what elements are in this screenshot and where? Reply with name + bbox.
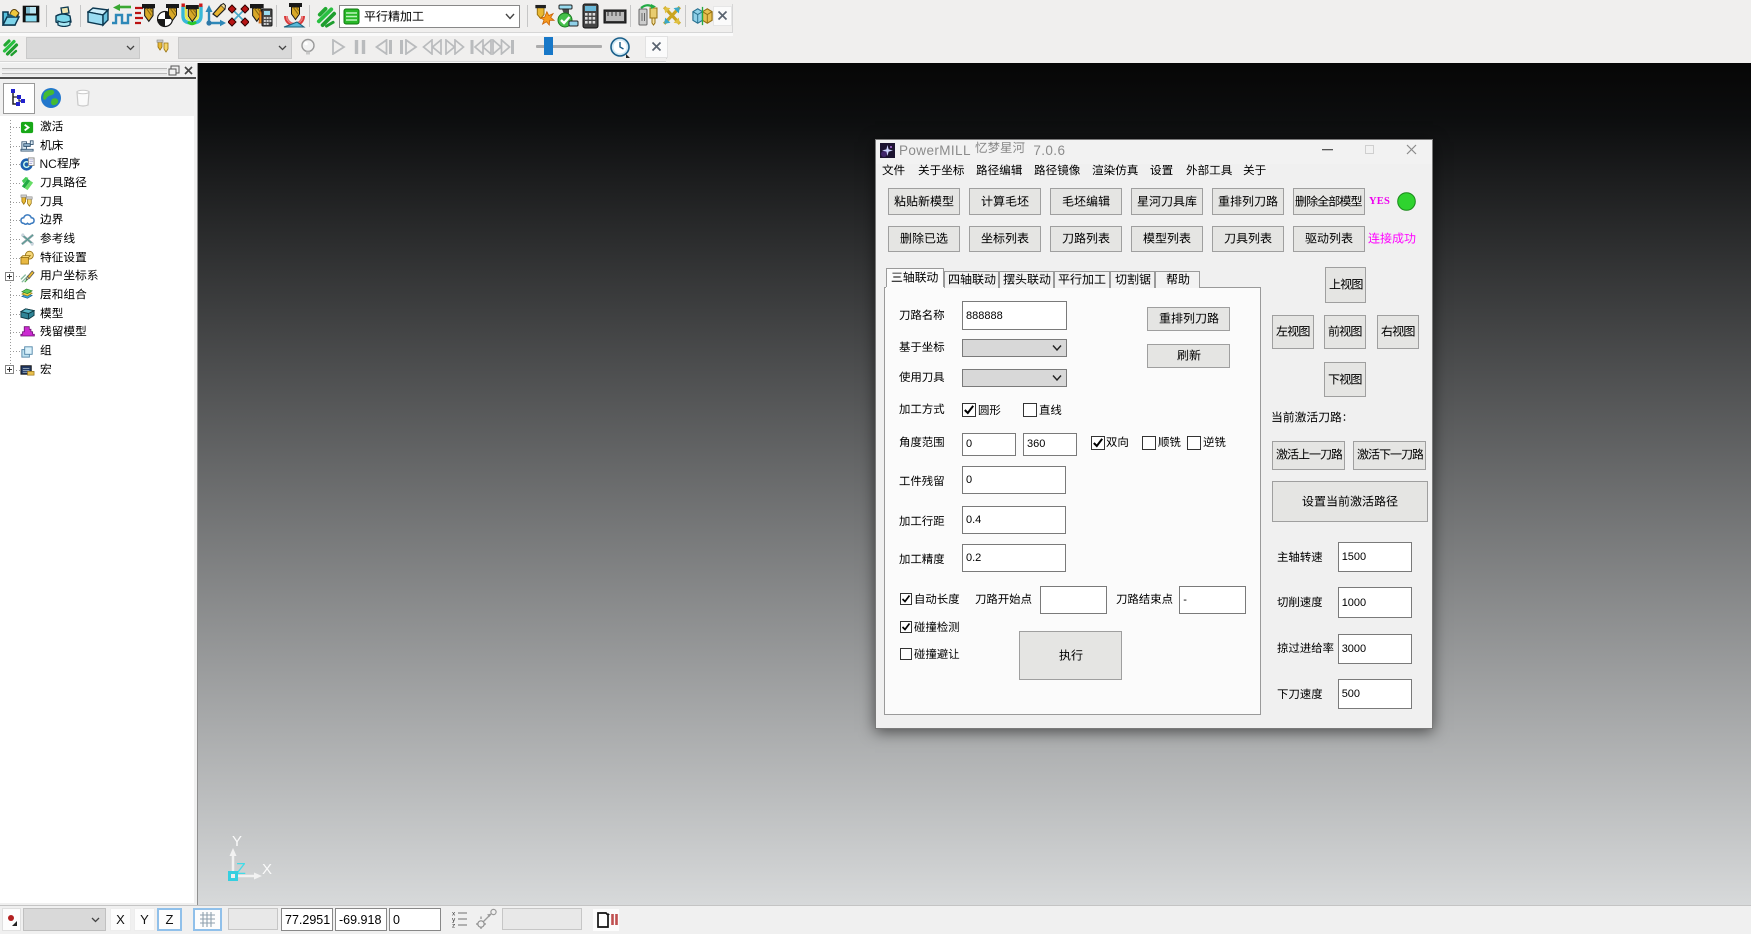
svg-text:X: X <box>262 861 272 878</box>
svg-text:z: z <box>452 923 455 930</box>
svg-text:Y: Y <box>232 833 242 850</box>
